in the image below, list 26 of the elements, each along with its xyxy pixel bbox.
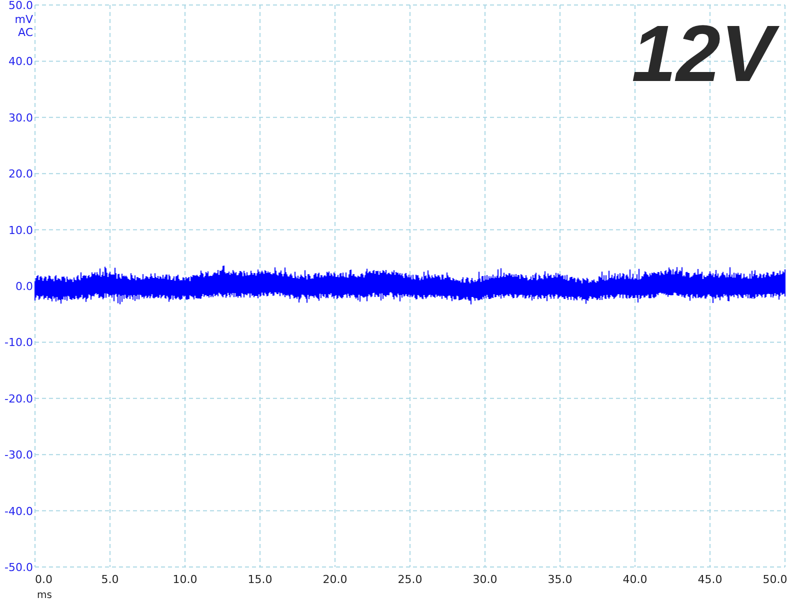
y-tick-label: -50.0 — [4, 561, 33, 574]
y-tick-label: 50.0 — [8, 0, 33, 12]
x-tick-label: 50.0 — [762, 573, 788, 586]
x-tick-label: 15.0 — [248, 573, 272, 586]
y-tick-label: -20.0 — [4, 392, 33, 406]
x-tick-label: 45.0 — [698, 573, 722, 586]
y-tick-label: 30.0 — [8, 111, 33, 124]
x-tick-label: 25.0 — [398, 573, 422, 586]
x-tick-label: 40.0 — [622, 573, 648, 586]
x-tick-label: 35.0 — [548, 573, 572, 586]
unit-label: mV — [14, 13, 33, 26]
y-tick-label: -10.0 — [4, 336, 33, 350]
coupling-label: AC — [18, 26, 33, 39]
y-tick-label: 20.0 — [8, 168, 33, 181]
y-tick-label: 0.0 — [16, 280, 33, 293]
y-tick-label: -30.0 — [4, 448, 33, 462]
y-tick-label: 10.0 — [8, 224, 33, 237]
x-tick-label: 0.0 — [35, 573, 52, 586]
y-tick-label: -40.0 — [4, 504, 33, 518]
x-tick-label: 5.0 — [101, 573, 119, 586]
x-tick-label: 20.0 — [322, 573, 348, 586]
voltage-overlay-text: 12V — [624, 10, 786, 98]
x-tick-label: 10.0 — [172, 573, 198, 586]
unit-label: ms — [37, 590, 52, 600]
x-tick-label: 30.0 — [472, 573, 498, 586]
y-tick-label: 40.0 — [8, 55, 33, 68]
